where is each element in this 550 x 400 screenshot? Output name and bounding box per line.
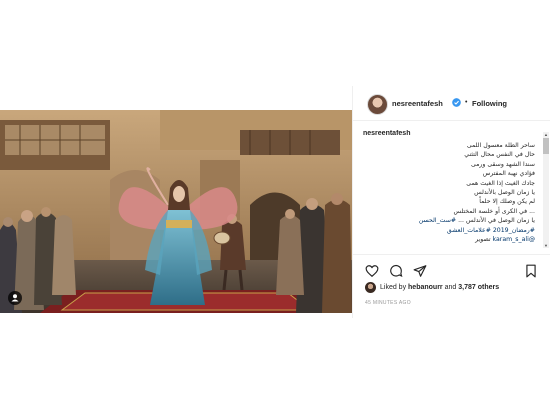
photo-scene [0, 110, 352, 313]
hashtag-link[interactable]: #ست_الحسن [419, 217, 456, 224]
caption-text: ساحر الطلة معسول اللمى حال في النفس محال… [363, 141, 535, 244]
caption-line: حال في النفس محال التثني [464, 151, 535, 159]
caption-line: جادك الغيث إذا الغيث همى [466, 179, 535, 187]
liker-avatar[interactable] [365, 282, 376, 293]
post-caption: nesreentafesh ساحر الطلة معسول اللمى حال… [363, 130, 541, 248]
caption-line: فؤادي نهبة المفترس [482, 170, 535, 178]
liked-by-prefix: Liked by [380, 284, 407, 291]
caption-line: سندا الشهد وسقى ورمى [470, 160, 535, 168]
liked-by-user[interactable]: hebanourr [408, 284, 443, 291]
following-button[interactable]: Following [472, 99, 507, 108]
share-icon[interactable] [413, 264, 427, 278]
caption-line: ... في الكرى أو خلسة المختلس [453, 207, 535, 215]
post-header: nesreentafesh • Following [353, 86, 550, 121]
hashtag-links[interactable]: #رمضان_2019 #علامات_العشق [447, 227, 535, 234]
post-photo[interactable] [0, 110, 352, 313]
instagram-post: nesreentafesh • Following nesreentafesh … [0, 86, 550, 318]
photo-credit-line: @karam_s_ali تصوير [363, 235, 535, 244]
caption-username[interactable]: nesreentafesh [363, 130, 410, 137]
credit-label: تصوير [475, 236, 491, 244]
credit-user-link[interactable]: @karam_s_ali [493, 236, 535, 243]
caption-tags-line: #رمضان_2019 #علامات_العشق [363, 226, 535, 235]
caption-line-prefix: يا زمان الوصل في الأندلس ... [456, 217, 535, 225]
likes-summary: Liked by hebanourr and 3,787 others [365, 282, 545, 296]
likes-count[interactable]: 3,787 others [458, 284, 499, 291]
user-tag-icon[interactable] [8, 291, 22, 305]
post-timestamp[interactable]: 45 MINUTES AGO [365, 300, 411, 306]
bookmark-icon[interactable] [524, 264, 538, 278]
scroll-up-icon[interactable]: ▲ [543, 132, 549, 137]
caption-line: يا زمان الوصل بالأندلس [474, 189, 535, 197]
caption-line: لم يكن وصلك إلا حلماً [479, 198, 535, 206]
likes-text: Liked by hebanourr and 3,787 others [380, 284, 499, 291]
post-side-panel: nesreentafesh • Following nesreentafesh … [352, 86, 550, 318]
caption-line: ساحر الطلة معسول اللمى [466, 142, 535, 149]
comment-icon[interactable] [389, 264, 403, 278]
header-separator: • [465, 99, 468, 106]
scroll-down-icon[interactable]: ▼ [543, 243, 549, 248]
caption-hashtag-line: يا زمان الوصل في الأندلس ... #ست_الحسن [363, 216, 535, 225]
author-username[interactable]: nesreentafesh [392, 99, 443, 108]
scroll-thumb[interactable] [543, 138, 549, 154]
author-avatar[interactable] [367, 94, 388, 115]
heart-icon[interactable] [365, 264, 379, 278]
post-actions [353, 254, 550, 279]
verified-badge-icon [452, 98, 461, 107]
caption-scrollbar[interactable]: ▲ ▼ [543, 132, 549, 248]
liked-by-and: and [444, 284, 457, 291]
